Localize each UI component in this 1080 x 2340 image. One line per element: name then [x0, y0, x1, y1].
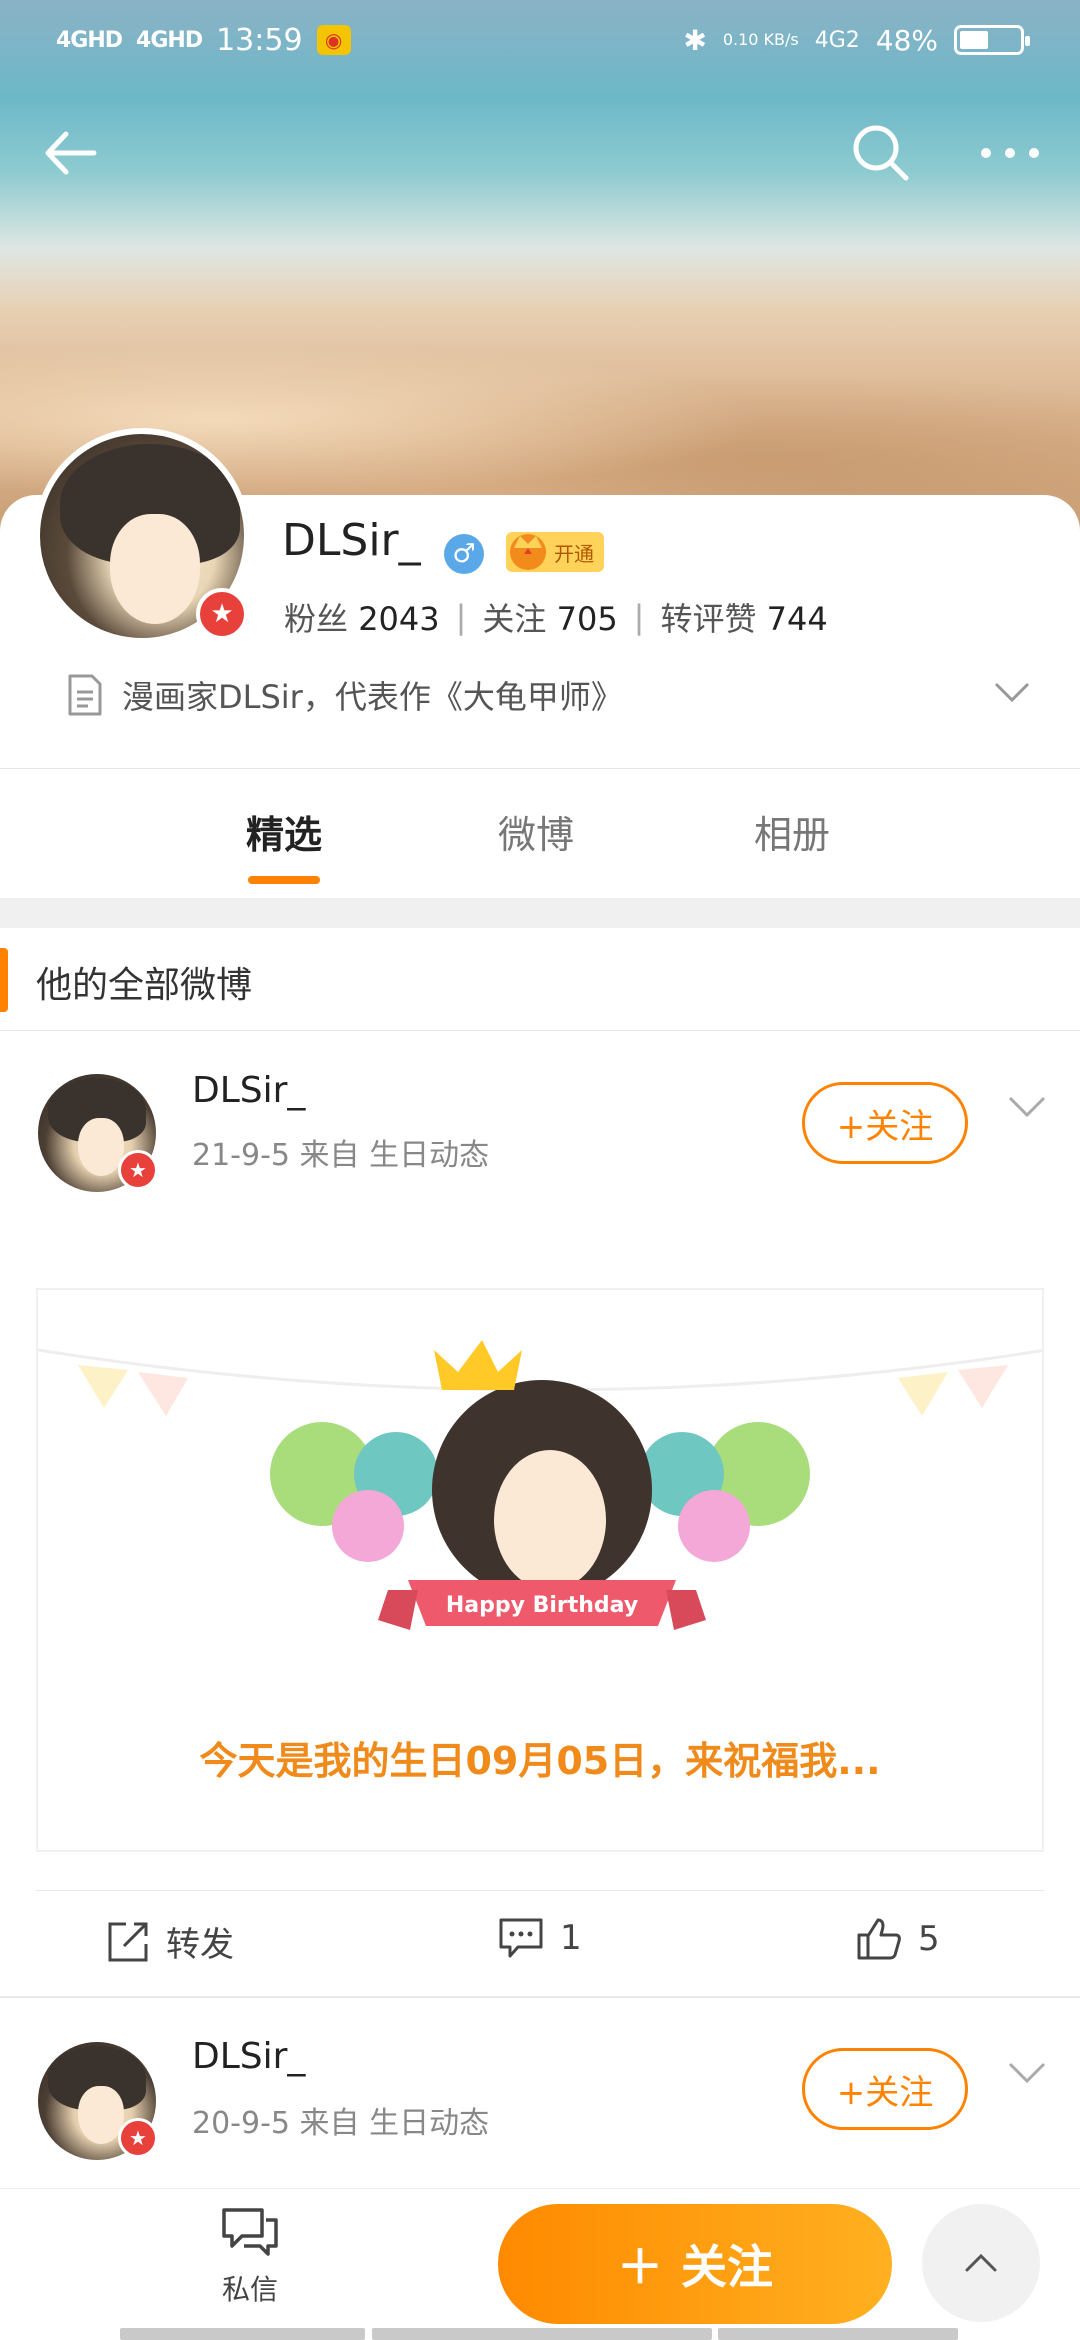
clock: 13:59 — [216, 22, 303, 58]
follow-label: 关注 — [681, 2240, 773, 2294]
stat-separator: | — [633, 598, 645, 636]
birthday-illustration: Happy Birthday — [38, 1340, 1042, 1630]
signal-indicator-2: 4GHD — [136, 27, 203, 53]
net-speed: 0.10 KB/s — [722, 30, 799, 49]
crown-icon — [510, 534, 546, 570]
profile-bio[interactable]: 漫画家DLSir，代表作《大龟甲师》 — [66, 672, 1030, 718]
likes-stat: 转评赞 744 — [660, 594, 827, 640]
chat-bubble-icon — [222, 2208, 278, 2256]
back-arrow-icon[interactable] — [36, 118, 106, 188]
verified-badge-icon: ★ — [196, 588, 248, 640]
birthday-card[interactable]: Happy Birthday 今天是我的生日09月05日，来祝福我... — [36, 1288, 1044, 1852]
comment-icon — [499, 1918, 543, 1958]
weibo-notification-icon: ◉ — [316, 25, 351, 55]
section-title: 他的全部微博 — [36, 965, 253, 1006]
chevron-down-icon[interactable] — [1006, 1094, 1048, 1120]
fans-count: 2043 — [358, 600, 440, 638]
verified-badge-icon: ★ — [118, 1150, 158, 1190]
chevron-up-icon — [965, 2253, 997, 2272]
post-follow-button[interactable]: +关注 — [802, 2048, 968, 2130]
like-button[interactable]: 5 — [856, 1917, 940, 1961]
profile-stats: 粉丝 2043 | 关注 705 | 转评赞 744 — [284, 594, 828, 640]
stat-separator: | — [455, 598, 467, 636]
post-author[interactable]: DLSir_ — [192, 2036, 305, 2077]
following-stat[interactable]: 关注 705 — [482, 594, 617, 640]
signal-indicator-1: 4GHD — [56, 27, 123, 53]
tab-featured[interactable]: 精选 — [246, 804, 322, 859]
chevron-down-icon[interactable] — [992, 680, 1032, 704]
direct-message-button[interactable]: 私信 — [200, 2204, 300, 2314]
divider — [0, 768, 1080, 769]
network-type: 4G2 — [814, 27, 860, 53]
more-options-icon[interactable] — [970, 118, 1050, 188]
tab-weibo[interactable]: 微博 — [498, 804, 574, 859]
status-bar: 4GHD 4GHD 13:59 ◉ ✱ 0.10 KB/s 4G2 48% — [0, 0, 1080, 80]
follow-button[interactable]: ＋ 关注 — [498, 2204, 892, 2324]
nav-indicator — [120, 2328, 365, 2340]
bluetooth-icon: ✱ — [683, 23, 707, 57]
nav-indicator — [718, 2328, 958, 2340]
verified-badge-icon: ★ — [118, 2118, 158, 2158]
fans-label: 粉丝 — [284, 600, 349, 638]
nav-indicator — [372, 2328, 712, 2340]
following-label: 关注 — [482, 600, 547, 638]
birthday-message: 今天是我的生日09月05日，来祝福我... — [199, 1739, 881, 1783]
vip-open-label: 开通 — [554, 541, 594, 566]
plus-icon: ＋ — [617, 2240, 663, 2294]
battery-percent: 48% — [875, 23, 938, 57]
vip-open-badge[interactable]: 开通 — [506, 532, 604, 572]
divider — [0, 1030, 1080, 1031]
bio-text: 漫画家DLSir，代表作《大龟甲师》 — [122, 678, 623, 716]
like-count: 5 — [918, 1919, 940, 1959]
repost-label: 转发 — [166, 1925, 234, 1965]
section-gap — [0, 898, 1080, 928]
repost-button[interactable]: 转发 — [106, 1917, 234, 1966]
search-icon[interactable] — [846, 118, 916, 188]
post-actions: 转发 1 5 — [36, 1890, 1044, 1996]
all-posts-header: 他的全部微博 — [0, 928, 1080, 1030]
accent-bar — [0, 948, 8, 1012]
post-separator — [0, 1996, 1080, 1998]
profile-tabs: 精选 微博 相册 — [0, 770, 1080, 898]
dm-label: 私信 — [221, 2273, 278, 2306]
likes-label: 转评赞 — [660, 600, 757, 638]
birthday-banner-text: Happy Birthday — [446, 1593, 638, 1618]
share-icon — [108, 1922, 148, 1961]
following-count: 705 — [556, 600, 618, 638]
post-meta: 20-9-5 来自 生日动态 — [192, 2106, 490, 2141]
document-icon — [68, 674, 102, 716]
chevron-down-icon[interactable] — [1006, 2060, 1048, 2086]
profile-username: DLSir_ — [282, 515, 421, 566]
active-tab-indicator — [248, 876, 320, 884]
comment-button[interactable]: 1 — [498, 1917, 582, 1959]
tab-album[interactable]: 相册 — [754, 804, 830, 859]
thumbs-up-icon — [857, 1918, 901, 1960]
post-author[interactable]: DLSir_ — [192, 1070, 305, 1111]
scroll-to-top-button[interactable] — [922, 2204, 1040, 2322]
post-follow-button[interactable]: +关注 — [802, 1082, 968, 1164]
post-meta: 21-9-5 来自 生日动态 — [192, 1138, 490, 1173]
likes-count: 744 — [766, 600, 828, 638]
battery-icon — [954, 25, 1030, 55]
comment-count: 1 — [560, 1918, 582, 1958]
fans-stat[interactable]: 粉丝 2043 — [284, 594, 440, 640]
male-gender-icon: ♂ — [444, 534, 484, 574]
